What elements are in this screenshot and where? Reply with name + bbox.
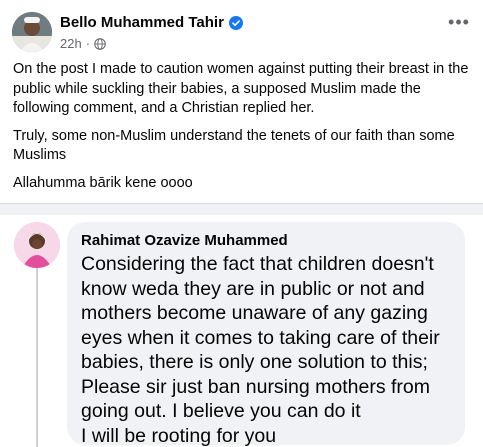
post-card: Bello Muhammed Tahir 22h · ••• On the po… [0,0,483,200]
author-name[interactable]: Bello Muhammed Tahir [60,14,243,31]
post-paragraph-2: Truly, some non-Muslim understand the te… [13,127,455,164]
post-time[interactable]: 22h [60,36,82,51]
author-avatar-image [12,12,52,52]
comment-text: Considering the fact that children doesn… [81,253,440,447]
comment-section: Rahimat Ozavize Muhammed Considering the… [0,215,483,447]
author-avatar[interactable] [12,12,52,52]
post-meta: 22h · [60,36,106,51]
more-options-icon[interactable]: ••• [445,13,473,36]
author-name-text[interactable]: Bello Muhammed Tahir [60,14,224,31]
reply-thread-line [36,265,38,447]
comment-bubble: Rahimat Ozavize Muhammed Considering the… [67,222,465,447]
verified-badge-icon [228,15,243,30]
post-paragraph-1: On the post I made to caution women agai… [13,61,469,116]
post-body: On the post I made to caution women agai… [13,60,475,201]
separator-strip [0,204,483,215]
commenter-avatar[interactable] [14,222,60,268]
post-paragraph-3: Allahumma bārik kene oooo [13,174,193,191]
commenter-name[interactable]: Rahimat Ozavize Muhammed [81,232,453,249]
meta-separator: · [85,36,91,51]
commenter-avatar-image [14,222,60,268]
globe-icon [94,37,106,50]
